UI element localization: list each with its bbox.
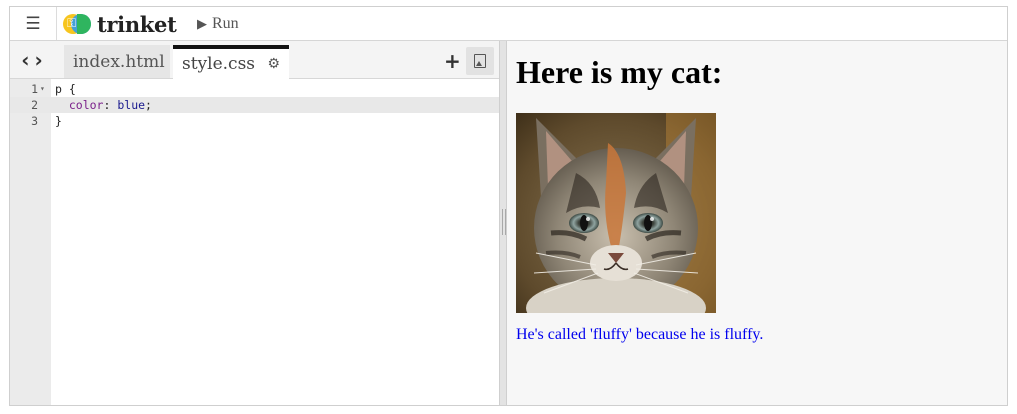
run-button[interactable]: ▶ Run: [197, 13, 239, 35]
add-file-button[interactable]: +: [444, 49, 461, 73]
code-line-active[interactable]: 2 color: blue;: [10, 97, 499, 113]
trinket-logo-mark: ⚿: [63, 13, 95, 35]
kitten-image: [516, 113, 716, 313]
tab-label: style.css: [182, 54, 256, 74]
code-editor-pane: ‹ › index.html style.css ⚙ + 1 ▾ p {2 c…: [10, 41, 499, 405]
logo-text: trinket: [97, 11, 177, 37]
add-image-button[interactable]: [466, 47, 494, 75]
line-number: 2: [31, 98, 38, 112]
code-line[interactable]: 3 }: [10, 113, 499, 129]
line-number: 1: [31, 82, 38, 96]
menu-button[interactable]: ☰: [10, 7, 57, 40]
image-icon: [474, 54, 486, 68]
pane-splitter[interactable]: [499, 41, 507, 405]
code-line[interactable]: 1 ▾ p {: [10, 81, 499, 97]
play-icon: ▶: [197, 16, 207, 31]
run-label: Run: [212, 15, 239, 32]
gear-icon[interactable]: ⚙: [267, 56, 280, 72]
code-text: color: blue;: [55, 97, 152, 113]
chevron-left-icon[interactable]: ‹: [21, 48, 29, 72]
splitter-grip-icon[interactable]: [502, 209, 506, 235]
css-separator: :: [103, 98, 118, 112]
kitten-photo: [516, 113, 716, 313]
file-tab-bar: ‹ › index.html style.css ⚙ +: [10, 41, 499, 79]
tab-label: index.html: [73, 51, 165, 72]
trinket-window: ☰ ⚿ trinket ▶ Run ‹ › index.html style.c…: [9, 6, 1008, 406]
css-terminator: ;: [145, 98, 152, 112]
hamburger-icon: ☰: [25, 13, 41, 34]
tab-style-css[interactable]: style.css ⚙: [173, 45, 289, 79]
css-value: blue: [117, 98, 146, 112]
chevron-right-icon[interactable]: ›: [35, 48, 43, 72]
tab-nav-arrows: ‹ ›: [12, 45, 52, 75]
line-number: 3: [31, 114, 38, 128]
tab-index-html[interactable]: index.html: [64, 45, 170, 78]
code-area[interactable]: 1 ▾ p { 2 color: blue; 3 }: [10, 79, 499, 405]
css-property: color: [68, 98, 104, 112]
code-text: p {: [55, 82, 76, 96]
key-icon: ⚿: [67, 16, 77, 30]
preview-heading: Here is my cat:: [516, 54, 723, 90]
code-text: }: [55, 114, 62, 128]
result-preview-pane: Here is my cat: He's called 'fluffy' bec…: [507, 41, 1007, 405]
preview-caption: He's called 'fluffy' because he is fluff…: [516, 326, 764, 343]
trinket-logo[interactable]: ⚿ trinket: [63, 11, 177, 37]
top-bar: ☰ ⚿ trinket ▶ Run: [10, 7, 1007, 41]
fold-arrow-icon[interactable]: ▾: [40, 81, 45, 97]
